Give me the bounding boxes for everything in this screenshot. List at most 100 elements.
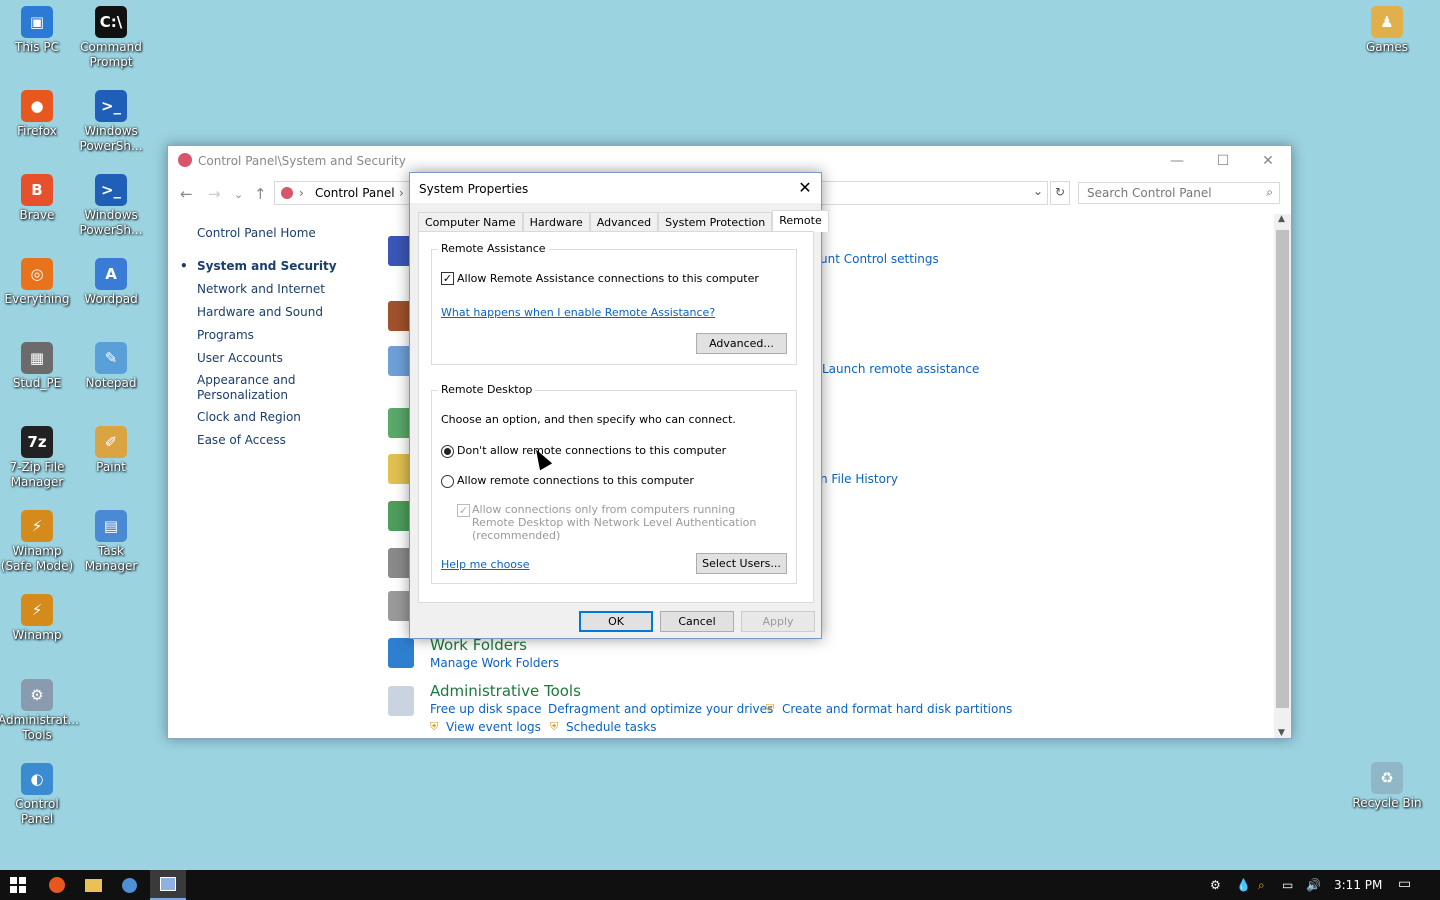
taskbar-control-panel-app[interactable]	[112, 870, 146, 900]
desktop-icon[interactable]: C:\ Command Prompt	[72, 6, 150, 70]
computer-icon: ▣	[21, 6, 53, 38]
nav-system-and-security[interactable]: • System and Security	[180, 258, 377, 274]
tab-remote[interactable]: Remote	[772, 210, 829, 232]
allow-remote-assistance-checkbox[interactable]: ✓	[441, 272, 454, 285]
desktop-icon[interactable]: ♟ Games	[1348, 6, 1426, 55]
cancel-button[interactable]: Cancel	[660, 611, 734, 632]
view-event-logs-link[interactable]: View event logs	[446, 720, 541, 734]
nav-network-and-internet[interactable]: Network and Internet	[197, 281, 377, 297]
uac-settings-link[interactable]: unt Control settings	[820, 252, 939, 266]
nav-hardware-and-sound[interactable]: Hardware and Sound	[197, 304, 377, 320]
nav-label: System and Security	[197, 259, 337, 273]
minimize-button[interactable]: —	[1154, 146, 1200, 176]
desktop-icon[interactable]: ◐ Control Panel	[0, 763, 76, 827]
search-input[interactable]: Search Control Panel ⌕	[1078, 182, 1280, 204]
desktop-icon[interactable]: ▣ This PC	[0, 6, 76, 55]
address-bar-end[interactable]: ⌄	[820, 181, 1048, 205]
desktop-icon[interactable]: ⚡ Winamp (Safe Mode)	[0, 510, 76, 574]
maximize-button[interactable]: ☐	[1200, 146, 1246, 176]
address-bar[interactable]: › Control Panel ›	[274, 181, 412, 205]
remote-assistance-help-link[interactable]: What happens when I enable Remote Assist…	[441, 306, 715, 319]
terminal-icon: C:\	[95, 6, 127, 38]
tab-hardware[interactable]: Hardware	[522, 212, 590, 232]
control-panel-app-icon	[178, 153, 192, 167]
taskbar-system-properties[interactable]	[150, 870, 186, 900]
allow-remote-assistance-label[interactable]: Allow Remote Assistance connections to t…	[457, 272, 759, 285]
network-icon[interactable]: ▭	[1282, 878, 1293, 892]
search-placeholder: Search Control Panel	[1087, 186, 1212, 200]
desktop-icon[interactable]: >_ Windows PowerSh...	[72, 90, 150, 154]
admin-tools-heading[interactable]: Administrative Tools	[430, 682, 581, 700]
nav-user-accounts[interactable]: User Accounts	[197, 350, 377, 366]
firefox-icon: ●	[21, 90, 53, 122]
refresh-button[interactable]: ↻	[1050, 181, 1070, 205]
remote-tab-panel: Remote Assistance ✓ Allow Remote Assista…	[418, 231, 814, 603]
dont-allow-remote-label[interactable]: Don't allow remote connections to this c…	[457, 444, 726, 457]
breadcrumb-control-panel[interactable]: Control Panel	[315, 186, 395, 200]
ok-button[interactable]: OK	[579, 611, 653, 632]
dont-allow-remote-radio[interactable]	[441, 445, 454, 458]
clock[interactable]: 3:11 PM	[1334, 878, 1382, 892]
tray-search-icon[interactable]: ⌕	[1258, 878, 1265, 893]
desktop-icon-label: Everything	[4, 292, 70, 306]
manage-work-folders-link[interactable]: Manage Work Folders	[430, 656, 559, 670]
file-history-link[interactable]: n File History	[820, 472, 898, 486]
close-window-button[interactable]: ✕	[1245, 146, 1291, 176]
nav-clock-and-region[interactable]: Clock and Region	[197, 409, 377, 425]
up-arrow-icon[interactable]: ↑	[254, 185, 267, 203]
desktop-icon[interactable]: ♻ Recycle Bin	[1348, 762, 1426, 811]
desktop-icon[interactable]: >_ Windows PowerSh...	[72, 174, 150, 238]
nav-programs[interactable]: Programs	[197, 327, 377, 343]
tab-system-protection[interactable]: System Protection	[658, 212, 773, 232]
select-users-button[interactable]: Select Users...	[696, 553, 787, 574]
desktop-icon[interactable]: ⚙ Administrat... Tools	[0, 679, 79, 743]
tray-drop-icon[interactable]: 💧	[1236, 878, 1251, 892]
taskbar-firefox[interactable]	[40, 870, 74, 900]
desktop-icon[interactable]: ⚡ Winamp	[0, 594, 76, 643]
desktop-icon[interactable]: ▦ Stud_PE	[0, 342, 76, 391]
apply-button[interactable]: Apply	[741, 611, 815, 632]
system-properties-icon	[160, 877, 176, 891]
dialog-titlebar[interactable]: System Properties ✕	[410, 173, 821, 203]
allow-remote-radio[interactable]	[441, 475, 454, 488]
nav-ease-of-access[interactable]: Ease of Access	[197, 432, 377, 448]
desktop-icon[interactable]: A Wordpad	[72, 258, 150, 307]
launch-remote-assistance-link[interactable]: Launch remote assistance	[822, 362, 979, 376]
desktop-icon[interactable]: ● Firefox	[0, 90, 76, 139]
nav-control-panel-home[interactable]: Control Panel Home	[197, 225, 377, 241]
dialog-close-button[interactable]: ✕	[795, 178, 815, 198]
volume-icon[interactable]: 🔊	[1306, 878, 1321, 892]
scroll-up-icon[interactable]: ▲	[1278, 214, 1285, 224]
desktop-icon[interactable]: ✐ Paint	[72, 426, 150, 475]
vertical-scrollbar[interactable]: ▲ ▼	[1274, 214, 1291, 738]
defragment-link[interactable]: Defragment and optimize your drives	[548, 702, 773, 716]
schedule-tasks-link[interactable]: Schedule tasks	[566, 720, 656, 734]
notification-center-icon[interactable]: ▭	[1398, 876, 1411, 892]
help-me-choose-link[interactable]: Help me choose	[441, 558, 530, 571]
advanced-button[interactable]: Advanced...	[696, 333, 787, 354]
desktop-icon[interactable]: ✎ Notepad	[72, 342, 150, 391]
recent-dropdown-icon[interactable]: ⌄	[234, 188, 243, 201]
taskbar-file-explorer[interactable]	[76, 870, 110, 900]
desktop-icon[interactable]: B Brave	[0, 174, 76, 223]
nla-checkbox[interactable]: ✓	[457, 504, 470, 517]
chevron-down-icon[interactable]: ⌄	[1033, 184, 1043, 198]
nav-appearance[interactable]: Appearance and Personalization	[197, 373, 307, 403]
scroll-down-icon[interactable]: ▼	[1278, 728, 1285, 738]
dialog-title: System Properties	[419, 182, 529, 196]
shield-icon: ⛨	[430, 720, 439, 733]
back-arrow-icon[interactable]: ←	[180, 185, 193, 203]
tab-advanced[interactable]: Advanced	[589, 212, 659, 232]
allow-remote-label[interactable]: Allow remote connections to this compute…	[457, 474, 694, 487]
tray-apps-icon[interactable]: ⚙	[1210, 878, 1221, 892]
desktop-icon[interactable]: 7z 7-Zip File Manager	[0, 426, 76, 490]
start-button[interactable]	[0, 870, 36, 900]
desktop-icon[interactable]: ◎ Everything	[0, 258, 76, 307]
scrollbar-thumb[interactable]	[1276, 230, 1289, 708]
desktop-icon[interactable]: ▤ Task Manager	[72, 510, 150, 574]
free-disk-space-link[interactable]: Free up disk space	[430, 702, 542, 716]
forward-arrow-icon[interactable]: →	[208, 185, 221, 203]
system-properties-dialog: System Properties ✕ Computer Name Hardwa…	[409, 172, 829, 639]
create-format-partitions-link[interactable]: Create and format hard disk partitions	[782, 702, 1012, 716]
tab-computer-name[interactable]: Computer Name	[418, 212, 523, 232]
